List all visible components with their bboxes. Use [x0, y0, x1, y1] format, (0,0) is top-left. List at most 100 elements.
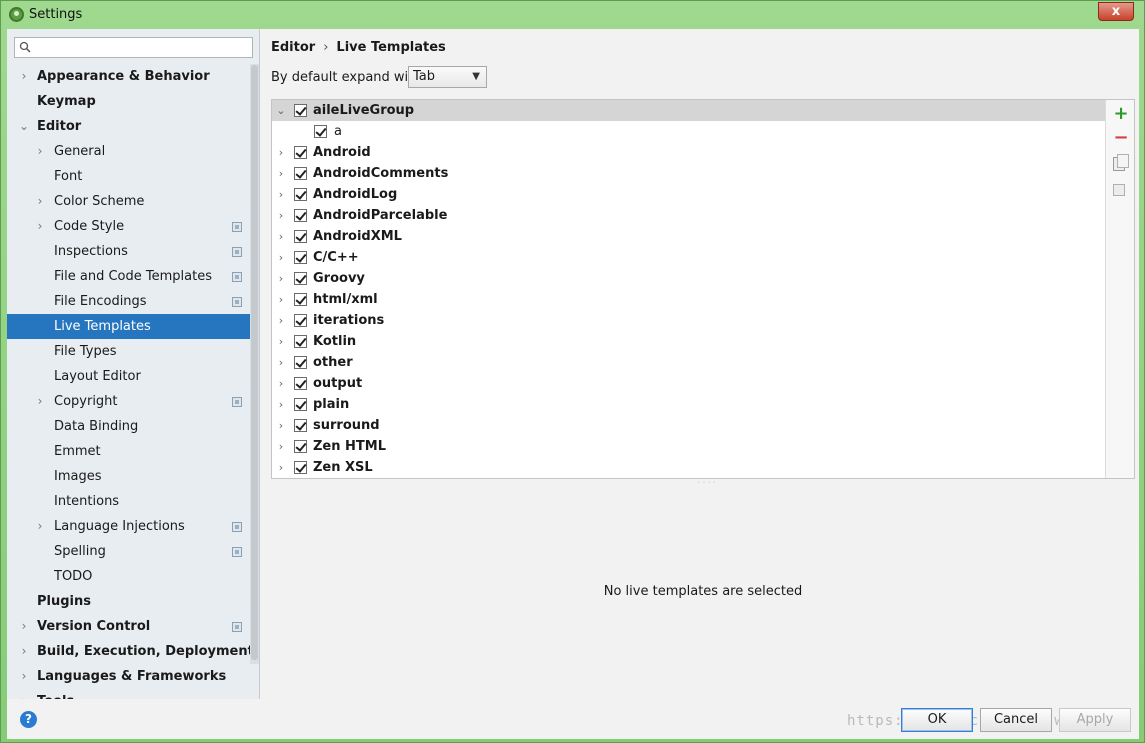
checkbox[interactable] [294, 167, 307, 180]
template-group-row[interactable]: › AndroidXML [272, 226, 1106, 247]
checkbox[interactable] [294, 209, 307, 222]
sidebar-item-file-encodings[interactable]: File Encodings [7, 289, 259, 314]
chevron-right-icon[interactable]: › [276, 415, 286, 436]
expand-with-dropdown[interactable]: Tab ▼ [408, 66, 487, 88]
chevron-right-icon[interactable]: › [19, 664, 29, 689]
template-group-row[interactable]: ⌄ aileLiveGroup [272, 100, 1106, 121]
sidebar-item-languages-frameworks[interactable]: › Languages & Frameworks [7, 664, 259, 689]
chevron-right-icon[interactable]: › [35, 189, 45, 214]
chevron-right-icon[interactable]: › [35, 139, 45, 164]
template-group-row[interactable]: › surround [272, 415, 1106, 436]
sidebar-item-data-binding[interactable]: Data Binding [7, 414, 259, 439]
search-input[interactable] [14, 37, 253, 58]
sidebar-item-font[interactable]: Font [7, 164, 259, 189]
title-bar[interactable]: Settings x [1, 1, 1144, 29]
checkbox[interactable] [294, 440, 307, 453]
checkbox[interactable] [294, 293, 307, 306]
template-group-row[interactable]: › Zen HTML [272, 436, 1106, 457]
sidebar-item-color-scheme[interactable]: › Color Scheme [7, 189, 259, 214]
sidebar-item-file-and-code-templates[interactable]: File and Code Templates [7, 264, 259, 289]
splitter-handle[interactable]: ˙˙˙˙ [697, 481, 717, 490]
template-group-row[interactable]: › C/C++ [272, 247, 1106, 268]
chevron-right-icon[interactable]: › [276, 436, 286, 457]
chevron-right-icon[interactable]: › [19, 64, 29, 89]
chevron-right-icon[interactable]: › [276, 457, 286, 478]
sidebar-item-intentions[interactable]: Intentions [7, 489, 259, 514]
chevron-right-icon[interactable]: › [276, 142, 286, 163]
sidebar-item-appearance-behavior[interactable]: › Appearance & Behavior [7, 64, 259, 89]
chevron-right-icon[interactable]: › [276, 394, 286, 415]
sidebar-item-editor[interactable]: ⌄ Editor [7, 114, 259, 139]
sidebar-item-todo[interactable]: TODO [7, 564, 259, 589]
template-group-row[interactable]: › Groovy [272, 268, 1106, 289]
template-group-row[interactable]: › html/xml [272, 289, 1106, 310]
sidebar-item-spelling[interactable]: Spelling [7, 539, 259, 564]
chevron-down-icon[interactable]: ⌄ [19, 114, 29, 139]
sidebar-item-build-execution-deployment[interactable]: › Build, Execution, Deployment [7, 639, 259, 664]
checkbox[interactable] [294, 377, 307, 390]
sidebar-item-inspections[interactable]: Inspections [7, 239, 259, 264]
checkbox[interactable] [294, 461, 307, 474]
sidebar-item-general[interactable]: › General [7, 139, 259, 164]
checkbox[interactable] [294, 335, 307, 348]
add-icon[interactable]: + [1113, 105, 1129, 123]
template-group-row[interactable]: › Android [272, 142, 1106, 163]
checkbox[interactable] [294, 419, 307, 432]
sidebar-item-tools[interactable]: › Tools [7, 689, 259, 699]
sidebar-item-emmet[interactable]: Emmet [7, 439, 259, 464]
checkbox[interactable] [294, 251, 307, 264]
template-group-row[interactable]: › AndroidLog [272, 184, 1106, 205]
chevron-right-icon[interactable]: › [35, 214, 45, 239]
sidebar-item-layout-editor[interactable]: Layout Editor [7, 364, 259, 389]
checkbox[interactable] [294, 230, 307, 243]
chevron-right-icon[interactable]: › [35, 389, 45, 414]
chevron-right-icon[interactable]: › [276, 247, 286, 268]
chevron-right-icon[interactable]: › [35, 514, 45, 539]
restore-icon[interactable] [1113, 184, 1125, 196]
checkbox[interactable] [314, 125, 327, 138]
checkbox[interactable] [294, 356, 307, 369]
template-group-row[interactable]: › output [272, 373, 1106, 394]
sidebar-item-copyright[interactable]: › Copyright [7, 389, 259, 414]
template-group-row[interactable]: › AndroidParcelable [272, 205, 1106, 226]
checkbox[interactable] [294, 104, 307, 117]
template-group-row[interactable]: › other [272, 352, 1106, 373]
chevron-right-icon[interactable]: › [19, 689, 29, 699]
checkbox[interactable] [294, 314, 307, 327]
sidebar-scroll-thumb[interactable] [251, 65, 258, 660]
template-group-row[interactable]: › Kotlin [272, 331, 1106, 352]
ok-button[interactable]: OK [901, 708, 973, 732]
chevron-right-icon[interactable]: › [276, 226, 286, 247]
sidebar-item-file-types[interactable]: File Types [7, 339, 259, 364]
checkbox[interactable] [294, 272, 307, 285]
sidebar-item-version-control[interactable]: › Version Control [7, 614, 259, 639]
sidebar-item-language-injections[interactable]: › Language Injections [7, 514, 259, 539]
checkbox[interactable] [294, 398, 307, 411]
cancel-button[interactable]: Cancel [980, 708, 1052, 732]
copy-icon[interactable] [1113, 154, 1129, 171]
chevron-right-icon[interactable]: › [276, 331, 286, 352]
chevron-right-icon[interactable]: › [276, 163, 286, 184]
help-icon[interactable]: ? [20, 711, 37, 728]
checkbox[interactable] [294, 188, 307, 201]
sidebar-item-code-style[interactable]: › Code Style [7, 214, 259, 239]
template-group-row[interactable]: › iterations [272, 310, 1106, 331]
sidebar-item-images[interactable]: Images [7, 464, 259, 489]
close-button[interactable]: x [1098, 2, 1134, 21]
sidebar-item-keymap[interactable]: Keymap [7, 89, 259, 114]
sidebar-item-plugins[interactable]: Plugins [7, 589, 259, 614]
chevron-right-icon[interactable]: › [276, 289, 286, 310]
chevron-right-icon[interactable]: › [276, 205, 286, 226]
chevron-right-icon[interactable]: › [19, 614, 29, 639]
chevron-right-icon[interactable]: › [276, 310, 286, 331]
chevron-right-icon[interactable]: › [19, 639, 29, 664]
checkbox[interactable] [294, 146, 307, 159]
template-group-row[interactable]: › AndroidComments [272, 163, 1106, 184]
chevron-right-icon[interactable]: › [276, 184, 286, 205]
chevron-right-icon[interactable]: › [276, 268, 286, 289]
remove-icon[interactable]: − [1113, 129, 1129, 147]
apply-button[interactable]: Apply [1059, 708, 1131, 732]
chevron-right-icon[interactable]: › [276, 373, 286, 394]
template-row[interactable]: a [272, 121, 1106, 142]
template-group-row[interactable]: › Zen XSL [272, 457, 1106, 478]
